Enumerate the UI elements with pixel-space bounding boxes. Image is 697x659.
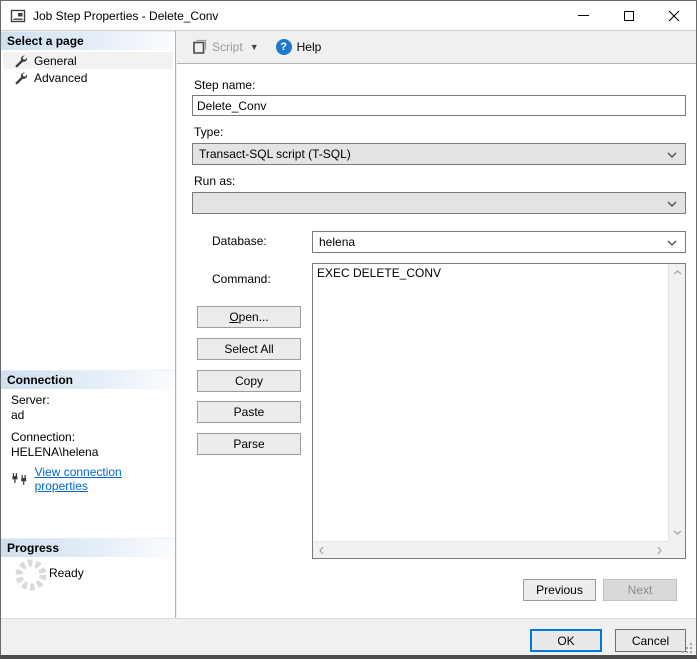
horizontal-scrollbar[interactable] [313, 541, 668, 558]
connection-value: HELENA\helena [11, 445, 98, 459]
scrollbar-corner [668, 541, 685, 558]
wrench-icon [13, 54, 27, 68]
type-value: Transact-SQL script (T-SQL) [199, 147, 351, 161]
command-text[interactable]: EXEC DELETE_CONV [313, 264, 668, 541]
progress-header: Progress [1, 538, 175, 557]
toolbar: Script ▼ ? Help [177, 31, 696, 63]
paste-button-label: Paste [234, 405, 265, 419]
job-step-properties-dialog: Job Step Properties - Delete_Conv Select… [0, 0, 697, 659]
ok-button-label: OK [557, 634, 574, 648]
sidebar-item-label: Advanced [34, 71, 87, 85]
script-icon [191, 39, 207, 55]
parse-button-label: Parse [233, 437, 264, 451]
close-button[interactable] [651, 1, 696, 30]
database-value: helena [319, 235, 355, 249]
server-value: ad [11, 408, 24, 422]
command-label: Command: [212, 272, 271, 286]
database-label: Database: [212, 234, 267, 248]
window-icon [10, 8, 26, 24]
scroll-up-icon[interactable] [669, 264, 686, 281]
close-icon [668, 10, 680, 22]
script-button[interactable]: Script [187, 36, 247, 58]
select-all-button-label: Select All [224, 342, 273, 356]
ok-button[interactable]: OK [530, 629, 602, 652]
copy-button[interactable]: Copy [197, 370, 301, 392]
window-title: Job Step Properties - Delete_Conv [33, 9, 561, 23]
window-controls [561, 1, 696, 30]
paste-button[interactable]: Paste [197, 401, 301, 423]
next-button-label: Next [628, 583, 653, 597]
connection-plug-icon [11, 472, 29, 486]
help-button[interactable]: ? Help [272, 36, 326, 58]
titlebar: Job Step Properties - Delete_Conv [1, 1, 696, 31]
previous-button[interactable]: Previous [523, 579, 596, 601]
progress-status: Ready [49, 566, 84, 580]
maximize-icon [624, 11, 634, 21]
step-name-input[interactable] [192, 95, 686, 116]
progress-spinner-icon [13, 557, 49, 593]
cancel-button-label: Cancel [632, 634, 669, 648]
script-dropdown-caret-icon[interactable]: ▼ [247, 42, 262, 52]
connection-header: Connection [1, 370, 175, 389]
next-button[interactable]: Next [603, 579, 677, 601]
minimize-button[interactable] [561, 1, 606, 30]
vertical-scrollbar[interactable] [668, 264, 685, 541]
parse-button[interactable]: Parse [197, 433, 301, 455]
wrench-icon [13, 71, 27, 85]
server-label: Server: [11, 393, 50, 407]
scroll-right-icon[interactable] [651, 542, 668, 559]
chevron-down-icon [667, 152, 677, 158]
scroll-left-icon[interactable] [313, 542, 330, 559]
step-name-label: Step name: [194, 78, 255, 92]
open-button[interactable]: Open... [197, 306, 301, 328]
copy-button-label: Copy [235, 374, 263, 388]
sidebar: Select a page General Advanced Connectio… [1, 31, 176, 618]
view-connection-properties-link[interactable]: View connection properties [35, 465, 175, 493]
select-a-page-header: Select a page [1, 31, 175, 50]
footer: OK Cancel [1, 618, 696, 656]
previous-button-label: Previous [536, 583, 583, 597]
run-as-label: Run as: [194, 174, 235, 188]
connection-label: Connection: [11, 430, 75, 444]
view-connection-properties-row: View connection properties [11, 465, 175, 493]
main-panel: Step name: Type: Transact-SQL script (T-… [177, 63, 696, 618]
type-label: Type: [194, 125, 223, 139]
type-dropdown[interactable]: Transact-SQL script (T-SQL) [192, 143, 686, 165]
cancel-button[interactable]: Cancel [615, 629, 686, 652]
command-textarea[interactable]: EXEC DELETE_CONV [312, 263, 686, 559]
chevron-down-icon [667, 240, 677, 246]
database-dropdown[interactable]: helena [312, 231, 686, 253]
script-label: Script [212, 40, 243, 54]
run-as-dropdown[interactable] [192, 192, 686, 214]
sidebar-item-general[interactable]: General [3, 52, 173, 69]
sidebar-item-advanced[interactable]: Advanced [3, 69, 173, 86]
resize-grip[interactable] [681, 642, 693, 654]
help-icon: ? [276, 39, 292, 55]
chevron-down-icon [667, 201, 677, 207]
scroll-down-icon[interactable] [669, 524, 686, 541]
minimize-icon [578, 15, 589, 16]
maximize-button[interactable] [606, 1, 651, 30]
select-all-button[interactable]: Select All [197, 338, 301, 360]
open-button-label: Open... [229, 310, 268, 324]
help-label: Help [297, 40, 322, 54]
sidebar-item-label: General [34, 54, 77, 68]
